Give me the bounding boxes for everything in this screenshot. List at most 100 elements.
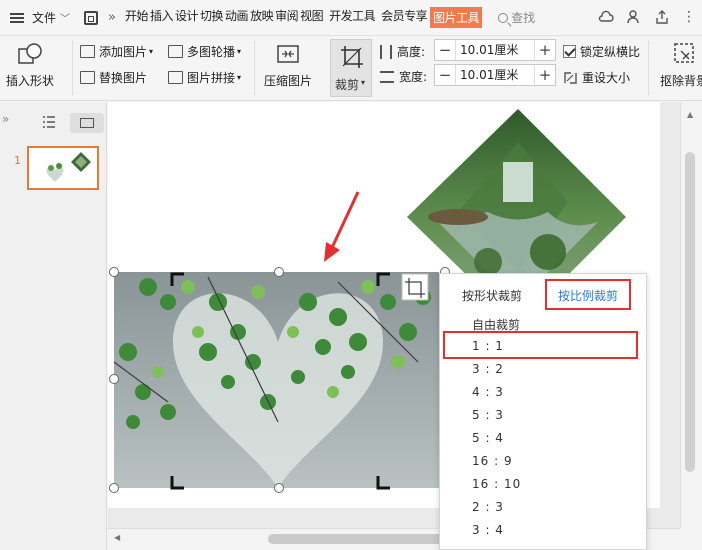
menu-bar: 文件 ﹀ » 开始 插入 设计 切换 动画 放映 审阅 视图 开发工具 会员专享… [0, 0, 702, 36]
tab-insert[interactable]: 插入 [149, 7, 174, 28]
tab-crop-by-shape[interactable]: 按形状裁剪 [462, 287, 522, 304]
thumbnail-preview [46, 152, 91, 182]
expand-pane-icon[interactable]: » [2, 112, 9, 126]
ratio-item-4-3[interactable]: 4 : 3 [472, 385, 504, 399]
width-increase-button[interactable]: + [535, 66, 555, 84]
height-input[interactable]: 10.01厘米 [455, 40, 535, 60]
multi-carousel-button[interactable]: 多图轮播 ▾ [168, 43, 241, 60]
lock-ratio-label: 锁定纵横比 [580, 45, 641, 59]
tab-developer[interactable]: 开发工具 [328, 7, 376, 28]
search-label: 查找 [511, 11, 536, 25]
height-stepper[interactable]: − 10.01厘米 + [434, 39, 556, 61]
remove-background-button[interactable]: 抠除背景 [660, 41, 702, 89]
tab-picture-tools[interactable]: 图片工具 [430, 7, 483, 28]
width-decrease-button[interactable]: − [435, 66, 455, 84]
ratio-item-5-3[interactable]: 5 : 3 [472, 408, 504, 422]
search-box[interactable]: 查找 [498, 9, 535, 26]
vertical-scroll-thumb[interactable] [685, 152, 695, 472]
height-icon [380, 44, 392, 59]
multi-carousel-label: 多图轮播 [187, 45, 236, 59]
add-picture-icon [80, 45, 95, 58]
separator [254, 41, 255, 95]
height-increase-button[interactable]: + [535, 41, 555, 59]
ratio-item-16-10[interactable]: 16 : 10 [472, 477, 521, 491]
file-menu[interactable]: 文件 [32, 9, 56, 26]
crop-button[interactable]: 裁剪 ▾ [330, 39, 372, 97]
separator [72, 41, 73, 95]
tab-member[interactable]: 会员专享 [380, 7, 428, 28]
slide-view-button[interactable] [70, 113, 104, 133]
slide-view-icon [80, 118, 94, 128]
scroll-up-icon[interactable]: ▲ [687, 110, 693, 119]
chevron-down-icon[interactable]: ﹀ [60, 10, 70, 25]
hamburger-icon[interactable] [10, 12, 24, 23]
compress-label: 压缩图片 [264, 74, 313, 88]
lock-ratio-checkbox[interactable]: 锁定纵横比 [563, 43, 640, 60]
share-icon[interactable] [654, 9, 670, 25]
search-icon [498, 12, 509, 23]
ratio-item-16-9[interactable]: 16 : 9 [472, 454, 513, 468]
highlight-box-1-1 [443, 331, 638, 359]
ribbon-tabs: 开始 插入 设计 切换 动画 放映 审阅 视图 开发工具 会员专享 图片工具 [124, 7, 483, 28]
picture-stitch-button[interactable]: 图片拼接 ▾ [168, 69, 241, 86]
carousel-icon [168, 45, 183, 58]
width-label-group: 宽度: [380, 68, 427, 85]
slide-thumbnail[interactable] [27, 146, 99, 190]
red-arrow [328, 191, 360, 253]
resize-handle[interactable] [109, 267, 119, 277]
height-decrease-button[interactable]: − [435, 41, 455, 59]
tab-animation[interactable]: 动画 [224, 7, 249, 28]
checkbox-checked-icon[interactable] [563, 45, 576, 58]
more-vertical-icon[interactable]: ⋮ [682, 9, 696, 25]
caret-down-icon: ▾ [361, 78, 366, 87]
width-stepper[interactable]: − 10.01厘米 + [434, 64, 556, 86]
insert-shape-button[interactable]: 插入形状 [6, 41, 54, 89]
replace-picture-icon [80, 71, 95, 84]
tab-transition[interactable]: 切换 [199, 7, 224, 28]
user-add-icon[interactable] [626, 9, 642, 25]
height-label-group: 高度: [380, 43, 425, 60]
resize-handle[interactable] [274, 267, 284, 277]
top-right-tools: ⋮ [598, 9, 696, 25]
resize-handle[interactable] [109, 483, 119, 493]
reset-size-button[interactable]: 重设大小 [563, 69, 630, 86]
tab-slideshow[interactable]: 放映 [249, 7, 274, 28]
ratio-item-2-3[interactable]: 2 : 3 [472, 500, 504, 514]
tab-start[interactable]: 开始 [124, 7, 149, 28]
remove-background-label: 抠除背景 [660, 74, 702, 88]
caret-down-icon: ▾ [237, 47, 242, 56]
vertical-scrollbar[interactable]: ▲ [680, 102, 702, 528]
slide-number: 1 [14, 154, 21, 167]
crop-dropdown-menu: 按形状裁剪 按比例裁剪 自由裁剪 1 : 1 3 : 2 4 : 3 5 : 3… [439, 273, 647, 550]
replace-picture-button[interactable]: 替换图片 [80, 69, 147, 86]
tab-design[interactable]: 设计 [174, 7, 199, 28]
ratio-item-3-4[interactable]: 3 : 4 [472, 523, 504, 537]
tab-view[interactable]: 视图 [299, 7, 324, 28]
picture-tools-ribbon: 插入形状 添加图片 ▾ 替换图片 多图轮播 ▾ 图片拼接 ▾ 压缩图片 裁剪 ▾… [0, 37, 702, 101]
stitch-icon [168, 71, 183, 84]
ratio-item-3-2[interactable]: 3 : 2 [472, 362, 504, 376]
reset-size-label: 重设大小 [582, 71, 631, 85]
caret-down-icon: ▾ [237, 73, 242, 82]
insert-shape-label: 插入形状 [6, 74, 55, 88]
resize-handle[interactable] [274, 483, 284, 493]
more-icon[interactable]: » [108, 10, 116, 25]
scroll-left-icon[interactable]: ◀ [114, 533, 120, 542]
cloud-sync-icon[interactable] [598, 9, 614, 25]
outline-view-icon[interactable] [42, 116, 56, 128]
height-label: 高度: [397, 45, 426, 59]
tab-review[interactable]: 审阅 [274, 7, 299, 28]
save-icon[interactable] [84, 10, 99, 25]
crop-label: 裁剪 [335, 78, 360, 92]
crop-icon [341, 46, 363, 68]
separator [648, 41, 649, 95]
width-label: 宽度: [399, 70, 428, 84]
resize-handle[interactable] [109, 374, 119, 384]
replace-picture-label: 替换图片 [99, 71, 148, 85]
slides-pane: » 1 [0, 102, 107, 550]
width-input[interactable]: 10.01厘米 [455, 65, 535, 85]
compress-picture-button[interactable]: 压缩图片 [264, 41, 312, 89]
crop-toggle-icon [401, 273, 429, 301]
add-picture-button[interactable]: 添加图片 ▾ [80, 43, 153, 60]
ratio-item-5-4[interactable]: 5 : 4 [472, 431, 504, 445]
